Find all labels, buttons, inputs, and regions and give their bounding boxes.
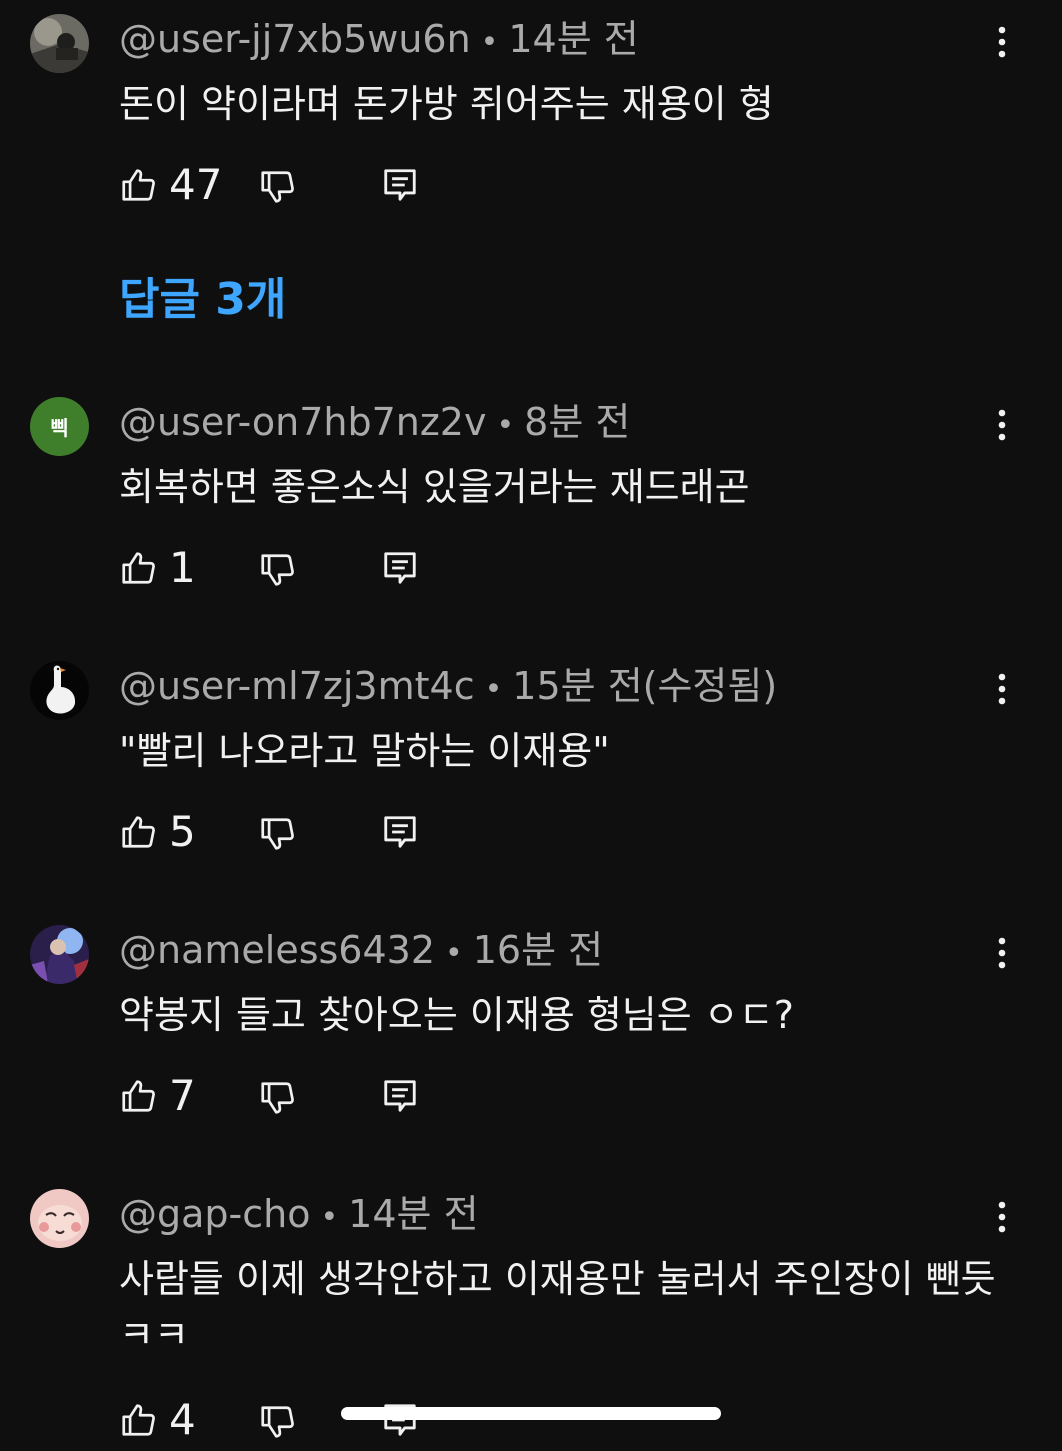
more-options-icon[interactable] bbox=[986, 405, 1018, 445]
comment-text: 사람들 이제 생각안하고 이재용만 눌러서 주인장이 뺀듯ㅋㅋ bbox=[119, 1257, 996, 1357]
comment-time: 8분 전 bbox=[524, 400, 631, 444]
like-count: 47 bbox=[169, 160, 223, 209]
meta-separator: • bbox=[484, 672, 503, 707]
letter-avatar[interactable]: 삑 bbox=[30, 397, 89, 456]
like-icon[interactable] bbox=[119, 166, 157, 210]
dislike-icon[interactable] bbox=[258, 551, 296, 595]
more-options-icon[interactable] bbox=[986, 1197, 1018, 1237]
comment-meta: @user-on7hb7nz2v • 8분 전 bbox=[119, 397, 630, 451]
comment-meta: @nameless6432 • 16분 전 bbox=[119, 925, 603, 979]
comment-time: 14분 전 bbox=[508, 17, 639, 61]
like-count: 4 bbox=[169, 1395, 196, 1444]
comment-author[interactable]: @user-ml7zj3mt4c bbox=[119, 664, 475, 708]
comment-text: "빨리 나오라고 말하는 이재용" bbox=[119, 729, 610, 773]
like-count: 5 bbox=[169, 807, 196, 856]
comment-author[interactable]: @nameless6432 bbox=[119, 928, 435, 972]
avatar-letter: 삑 bbox=[50, 416, 69, 440]
reply-icon[interactable] bbox=[381, 1077, 419, 1121]
dislike-icon[interactable] bbox=[258, 815, 296, 859]
meta-separator: • bbox=[320, 1200, 339, 1235]
comment-actions: 7 bbox=[119, 1071, 439, 1127]
dislike-icon[interactable] bbox=[258, 1403, 296, 1447]
comment-actions: 1 bbox=[119, 543, 439, 599]
dislike-icon[interactable] bbox=[258, 168, 296, 212]
dislike-icon[interactable] bbox=[258, 1079, 296, 1123]
more-options-icon[interactable] bbox=[986, 22, 1018, 62]
more-options-icon[interactable] bbox=[986, 669, 1018, 709]
character-avatar-icon[interactable] bbox=[30, 925, 89, 984]
comment-time: 14분 전 bbox=[348, 1192, 479, 1236]
comment-actions: 47 bbox=[119, 160, 439, 216]
comment-time: 16분 전 bbox=[472, 928, 604, 972]
comment-text: 약봉지 들고 찾아오는 이재용 형님은 ㅇㄷ? bbox=[119, 993, 794, 1037]
like-icon[interactable] bbox=[119, 813, 157, 857]
goose-avatar-icon[interactable] bbox=[30, 661, 89, 720]
like-icon[interactable] bbox=[119, 1077, 157, 1121]
like-icon[interactable] bbox=[119, 1401, 157, 1445]
reply-icon[interactable] bbox=[381, 166, 419, 210]
like-icon[interactable] bbox=[119, 549, 157, 593]
like-count: 1 bbox=[169, 543, 196, 592]
reply-icon[interactable] bbox=[381, 813, 419, 857]
comment-author[interactable]: @user-on7hb7nz2v bbox=[119, 400, 486, 444]
comment-time: 15분 전(수정됨) bbox=[512, 664, 778, 708]
cartoon-face-avatar-icon[interactable] bbox=[30, 1189, 89, 1248]
comment-meta: @user-jj7xb5wu6n • 14분 전 bbox=[119, 14, 639, 68]
reply-icon[interactable] bbox=[381, 549, 419, 593]
comment-meta: @user-ml7zj3mt4c • 15분 전(수정됨) bbox=[119, 661, 777, 715]
meta-separator: • bbox=[445, 936, 463, 971]
like-count: 7 bbox=[169, 1071, 196, 1120]
comment-author[interactable]: @gap-cho bbox=[119, 1192, 310, 1236]
comment-actions: 5 bbox=[119, 807, 439, 863]
home-indicator[interactable] bbox=[341, 1407, 721, 1420]
replies-toggle[interactable]: 답글 3개 bbox=[119, 272, 286, 328]
comment-author[interactable]: @user-jj7xb5wu6n bbox=[119, 17, 471, 61]
meta-separator: • bbox=[496, 408, 515, 443]
photo-avatar-icon[interactable] bbox=[30, 14, 89, 73]
comment-text: 돈이 약이라며 돈가방 쥐어주는 재용이 형 bbox=[119, 82, 774, 126]
comment-text: 회복하면 좋은소식 있을거라는 재드래곤 bbox=[119, 465, 750, 509]
comment-meta: @gap-cho • 14분 전 bbox=[119, 1189, 479, 1243]
more-options-icon[interactable] bbox=[986, 933, 1018, 973]
meta-separator: • bbox=[480, 25, 499, 60]
